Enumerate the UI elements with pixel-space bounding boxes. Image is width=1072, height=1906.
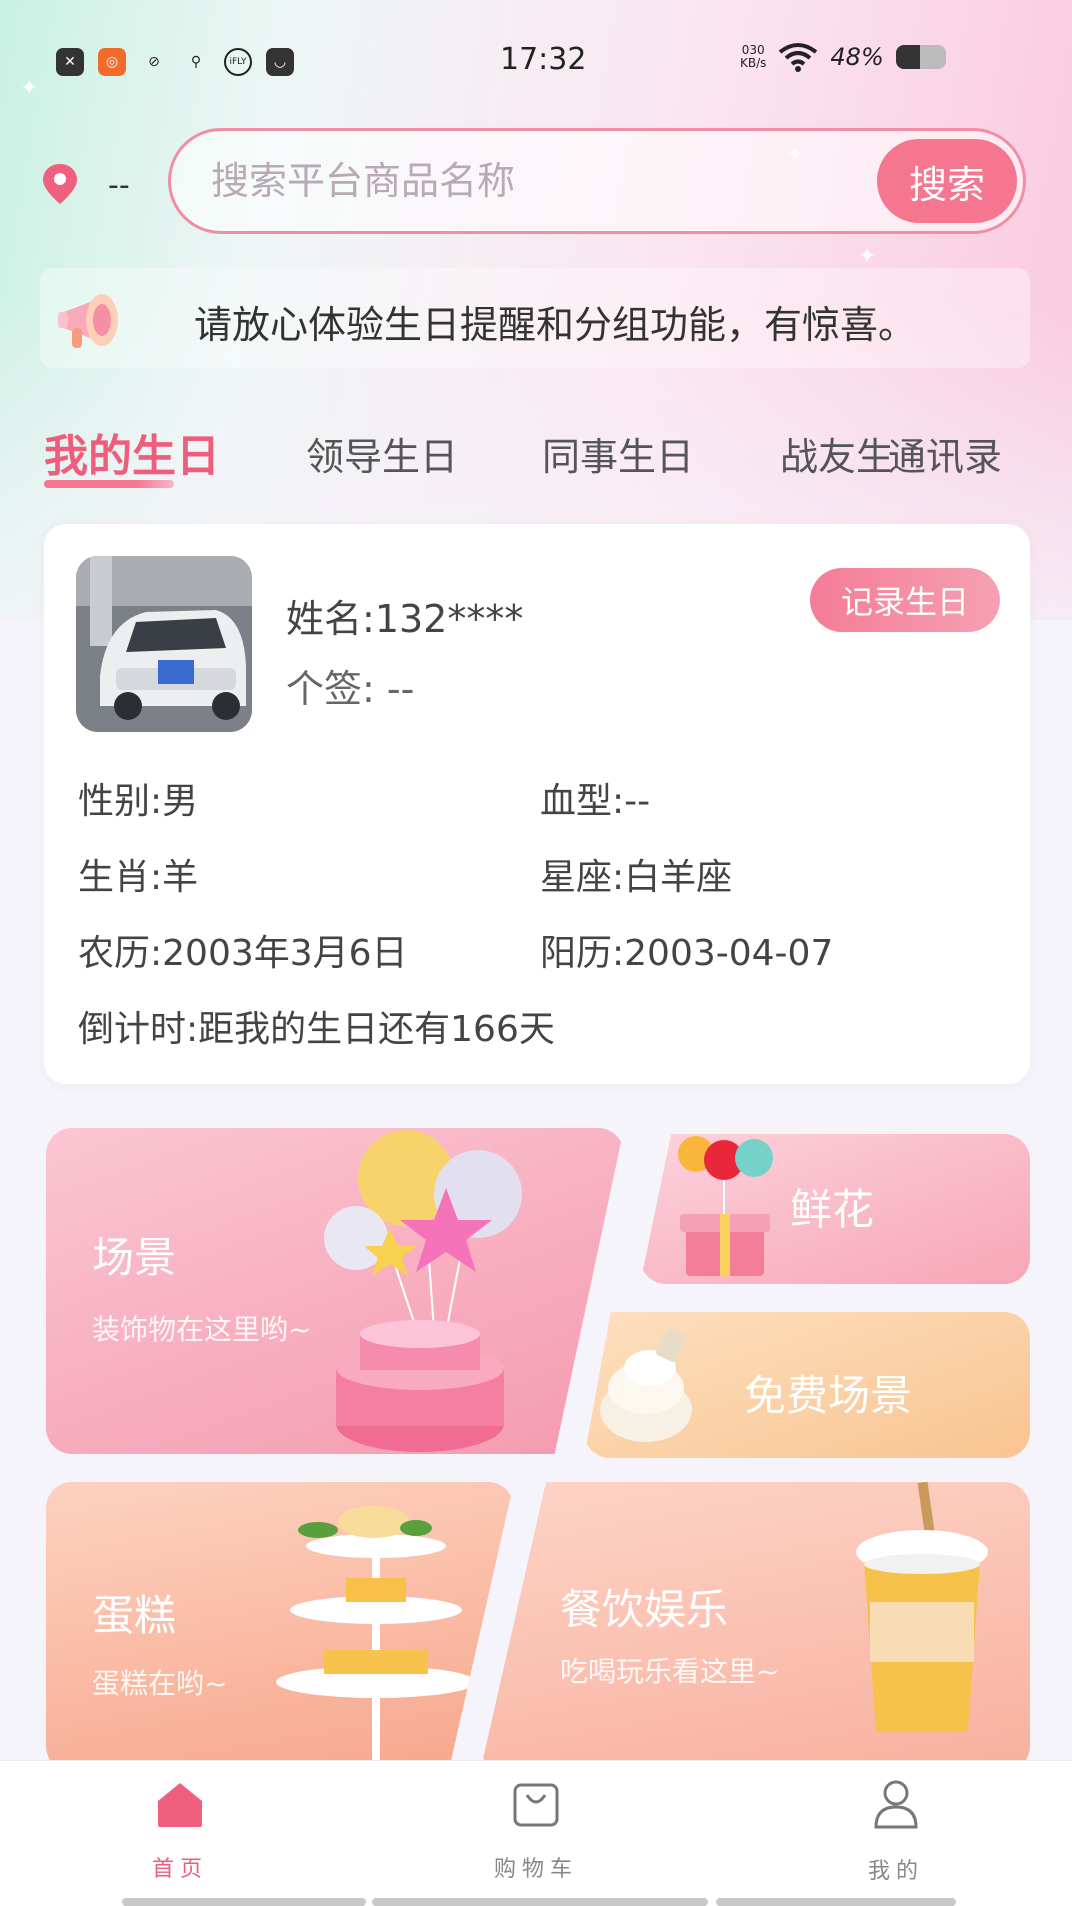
nav-home-label: 首页 — [151, 1857, 208, 1882]
avatar[interactable] — [76, 556, 252, 732]
food-entertainment-tile[interactable]: 餐饮娱乐 吃喝玩乐看这里~ — [480, 1482, 1030, 1772]
bag-icon: ◡ — [266, 48, 294, 76]
tab-contacts[interactable]: 通讯录 — [888, 426, 1002, 481]
nav-mine[interactable]: 我的 — [796, 1779, 996, 1885]
battery-percent: 48% — [830, 43, 884, 71]
nav-mine-label: 我的 — [867, 1859, 924, 1884]
search-bar: 搜索 — [168, 128, 1026, 234]
notification-icons: ✕ ◎ ⊘ ⚲ iFLY ◡ — [56, 48, 294, 76]
coffee-cup-icon — [856, 1482, 988, 1732]
status-bar: ✕ ◎ ⊘ ⚲ iFLY ◡ 17:32 030 KB/s 48% — [0, 0, 1072, 120]
lunar-date-field: 农历:2003年3月6日 — [78, 933, 408, 974]
car-photo — [76, 556, 252, 732]
solar-date-field: 阳历:2003-04-07 — [540, 933, 834, 974]
clock: 17:32 — [500, 42, 587, 77]
user-icon — [874, 1780, 918, 1829]
nav-home[interactable]: 首页 — [80, 1779, 280, 1883]
sparkle-icon: ✦ — [858, 244, 877, 269]
cake-subtitle: 蛋糕在哟~ — [92, 1667, 228, 1700]
scene-subtitle: 装饰物在这里哟~ — [92, 1313, 312, 1346]
flower-tile[interactable]: 鲜花 — [640, 1134, 1030, 1284]
scene-tile[interactable]: 场景 装饰物在这里哟~ — [46, 1128, 624, 1454]
record-birthday-button[interactable]: 记录生日 — [810, 568, 1000, 632]
tab-underline — [44, 480, 174, 488]
constellation-field: 星座:白羊座 — [540, 857, 733, 898]
nav-indicator — [372, 1898, 708, 1906]
search-button[interactable]: 搜索 — [877, 139, 1017, 223]
free-scene-title: 免费场景 — [744, 1371, 913, 1420]
cake-tile[interactable]: 蛋糕 蛋糕在哟~ — [46, 1482, 514, 1772]
nav-cart-label: 购物车 — [493, 1857, 578, 1882]
gift-balloons-icon — [678, 1136, 773, 1276]
close-app-icon: ✕ — [56, 48, 84, 76]
bottom-nav: 首页 购物车 我的 — [0, 1760, 1072, 1906]
megaphone-icon — [58, 294, 118, 348]
birthday-tabs: 我的生日 领导生日 同事生日 战友生日 通讯录 — [0, 420, 1072, 500]
dessert-tower-icon — [276, 1506, 476, 1772]
location-text[interactable]: -- — [108, 168, 130, 203]
cream-cake-icon — [600, 1328, 692, 1442]
countdown-field: 倒计时:距我的生日还有166天 — [78, 1009, 555, 1050]
notice-text: 请放心体验生日提醒和分组功能，有惊喜。 — [194, 303, 917, 347]
location-pin-icon[interactable] — [40, 162, 80, 206]
notice-banner: 请放心体验生日提醒和分组功能，有惊喜。 — [40, 268, 1030, 368]
food-title: 餐饮娱乐 — [560, 1585, 729, 1634]
tab-leader-birthday[interactable]: 领导生日 — [306, 426, 458, 481]
home-icon — [158, 1783, 202, 1827]
blood-type-field: 血型:-- — [540, 781, 651, 822]
shopping-bag-icon — [513, 1783, 559, 1827]
du-map-icon: ⚲ — [190, 54, 202, 70]
search-input[interactable] — [211, 153, 811, 209]
nav-indicator — [122, 1898, 366, 1906]
cake-title: 蛋糕 — [92, 1591, 177, 1640]
scene-title: 场景 — [92, 1233, 177, 1282]
wifi-icon — [779, 43, 818, 72]
profile-card: 姓名:132**** 个签: -- 记录生日 性别:男 血型:-- 生肖:羊 星… — [44, 524, 1030, 1084]
nav-cart[interactable]: 购物车 — [436, 1779, 636, 1883]
link-icon: ⊘ — [148, 54, 160, 70]
tab-colleague-birthday[interactable]: 同事生日 — [542, 426, 694, 481]
balloon-cake-icon — [324, 1130, 522, 1452]
free-scene-tile[interactable]: 免费场景 — [584, 1312, 1030, 1458]
flower-title: 鲜花 — [790, 1185, 875, 1234]
ifly-icon: iFLY — [224, 48, 252, 76]
net-speed: 030 KB/s — [740, 43, 767, 70]
profile-signature: 个签: -- — [286, 667, 415, 711]
battery-icon — [895, 45, 946, 69]
taobao-icon: ◎ — [98, 48, 126, 76]
status-right: 030 KB/s 48% — [740, 42, 946, 72]
tab-my-birthday[interactable]: 我的生日 — [44, 420, 220, 484]
tab-comrade-birthday[interactable]: 战友生日 — [780, 426, 890, 481]
food-subtitle: 吃喝玩乐看这里~ — [560, 1655, 780, 1688]
profile-name: 姓名:132**** — [286, 597, 524, 641]
gender-field: 性别:男 — [78, 781, 199, 822]
zodiac-field: 生肖:羊 — [78, 857, 199, 898]
nav-indicator — [716, 1898, 956, 1906]
